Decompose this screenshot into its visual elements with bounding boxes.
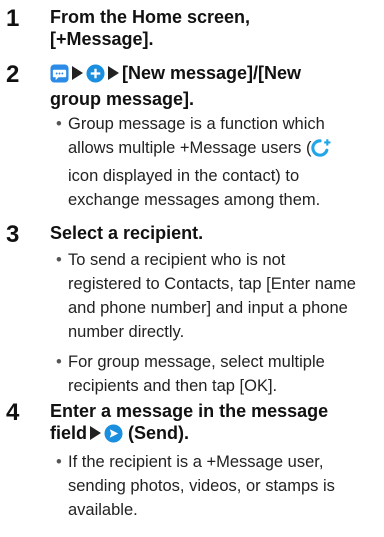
step-number: 4 bbox=[6, 399, 20, 426]
step-notes: To send a recipient who is not registere… bbox=[56, 248, 376, 404]
note-item: If the recipient is a +Message user, sen… bbox=[56, 450, 376, 522]
step-number: 3 bbox=[6, 221, 20, 248]
step-1: 1 From the Home screen, [+Message]. bbox=[0, 6, 384, 56]
arrow-icon bbox=[72, 66, 83, 80]
step-title: From the Home screen, [+Message]. bbox=[50, 7, 251, 49]
step-4: 4 Enter a message in the message field (… bbox=[0, 400, 384, 530]
step-notes: Group message is a function which allows… bbox=[56, 112, 376, 218]
step-3: 3 Select a recipient. To send a recipien… bbox=[0, 221, 384, 396]
step-number: 2 bbox=[6, 61, 20, 88]
note-item: Group message is a function which allows… bbox=[56, 112, 376, 212]
plus-message-user-icon bbox=[311, 139, 331, 164]
note-item: For group message, select multiple recip… bbox=[56, 350, 376, 398]
arrow-icon bbox=[108, 66, 119, 80]
note-item: To send a recipient who is not registere… bbox=[56, 248, 376, 344]
step-number: 1 bbox=[6, 5, 20, 32]
send-icon bbox=[104, 424, 123, 448]
step-title: [New message]/[New group message]. bbox=[50, 63, 302, 109]
step-2: 2 [New message]/[New group message]. • G… bbox=[0, 62, 384, 212]
step-notes: If the recipient is a +Message user, sen… bbox=[56, 450, 376, 528]
add-circle-icon bbox=[86, 64, 105, 88]
arrow-icon bbox=[90, 426, 102, 440]
step-title: Select a recipient. bbox=[50, 223, 204, 243]
instruction-page: 1 From the Home screen, [+Message]. 2 [N… bbox=[0, 0, 384, 537]
message-app-icon bbox=[50, 64, 69, 88]
step-title: Enter a message in the message field (Se… bbox=[50, 400, 375, 448]
